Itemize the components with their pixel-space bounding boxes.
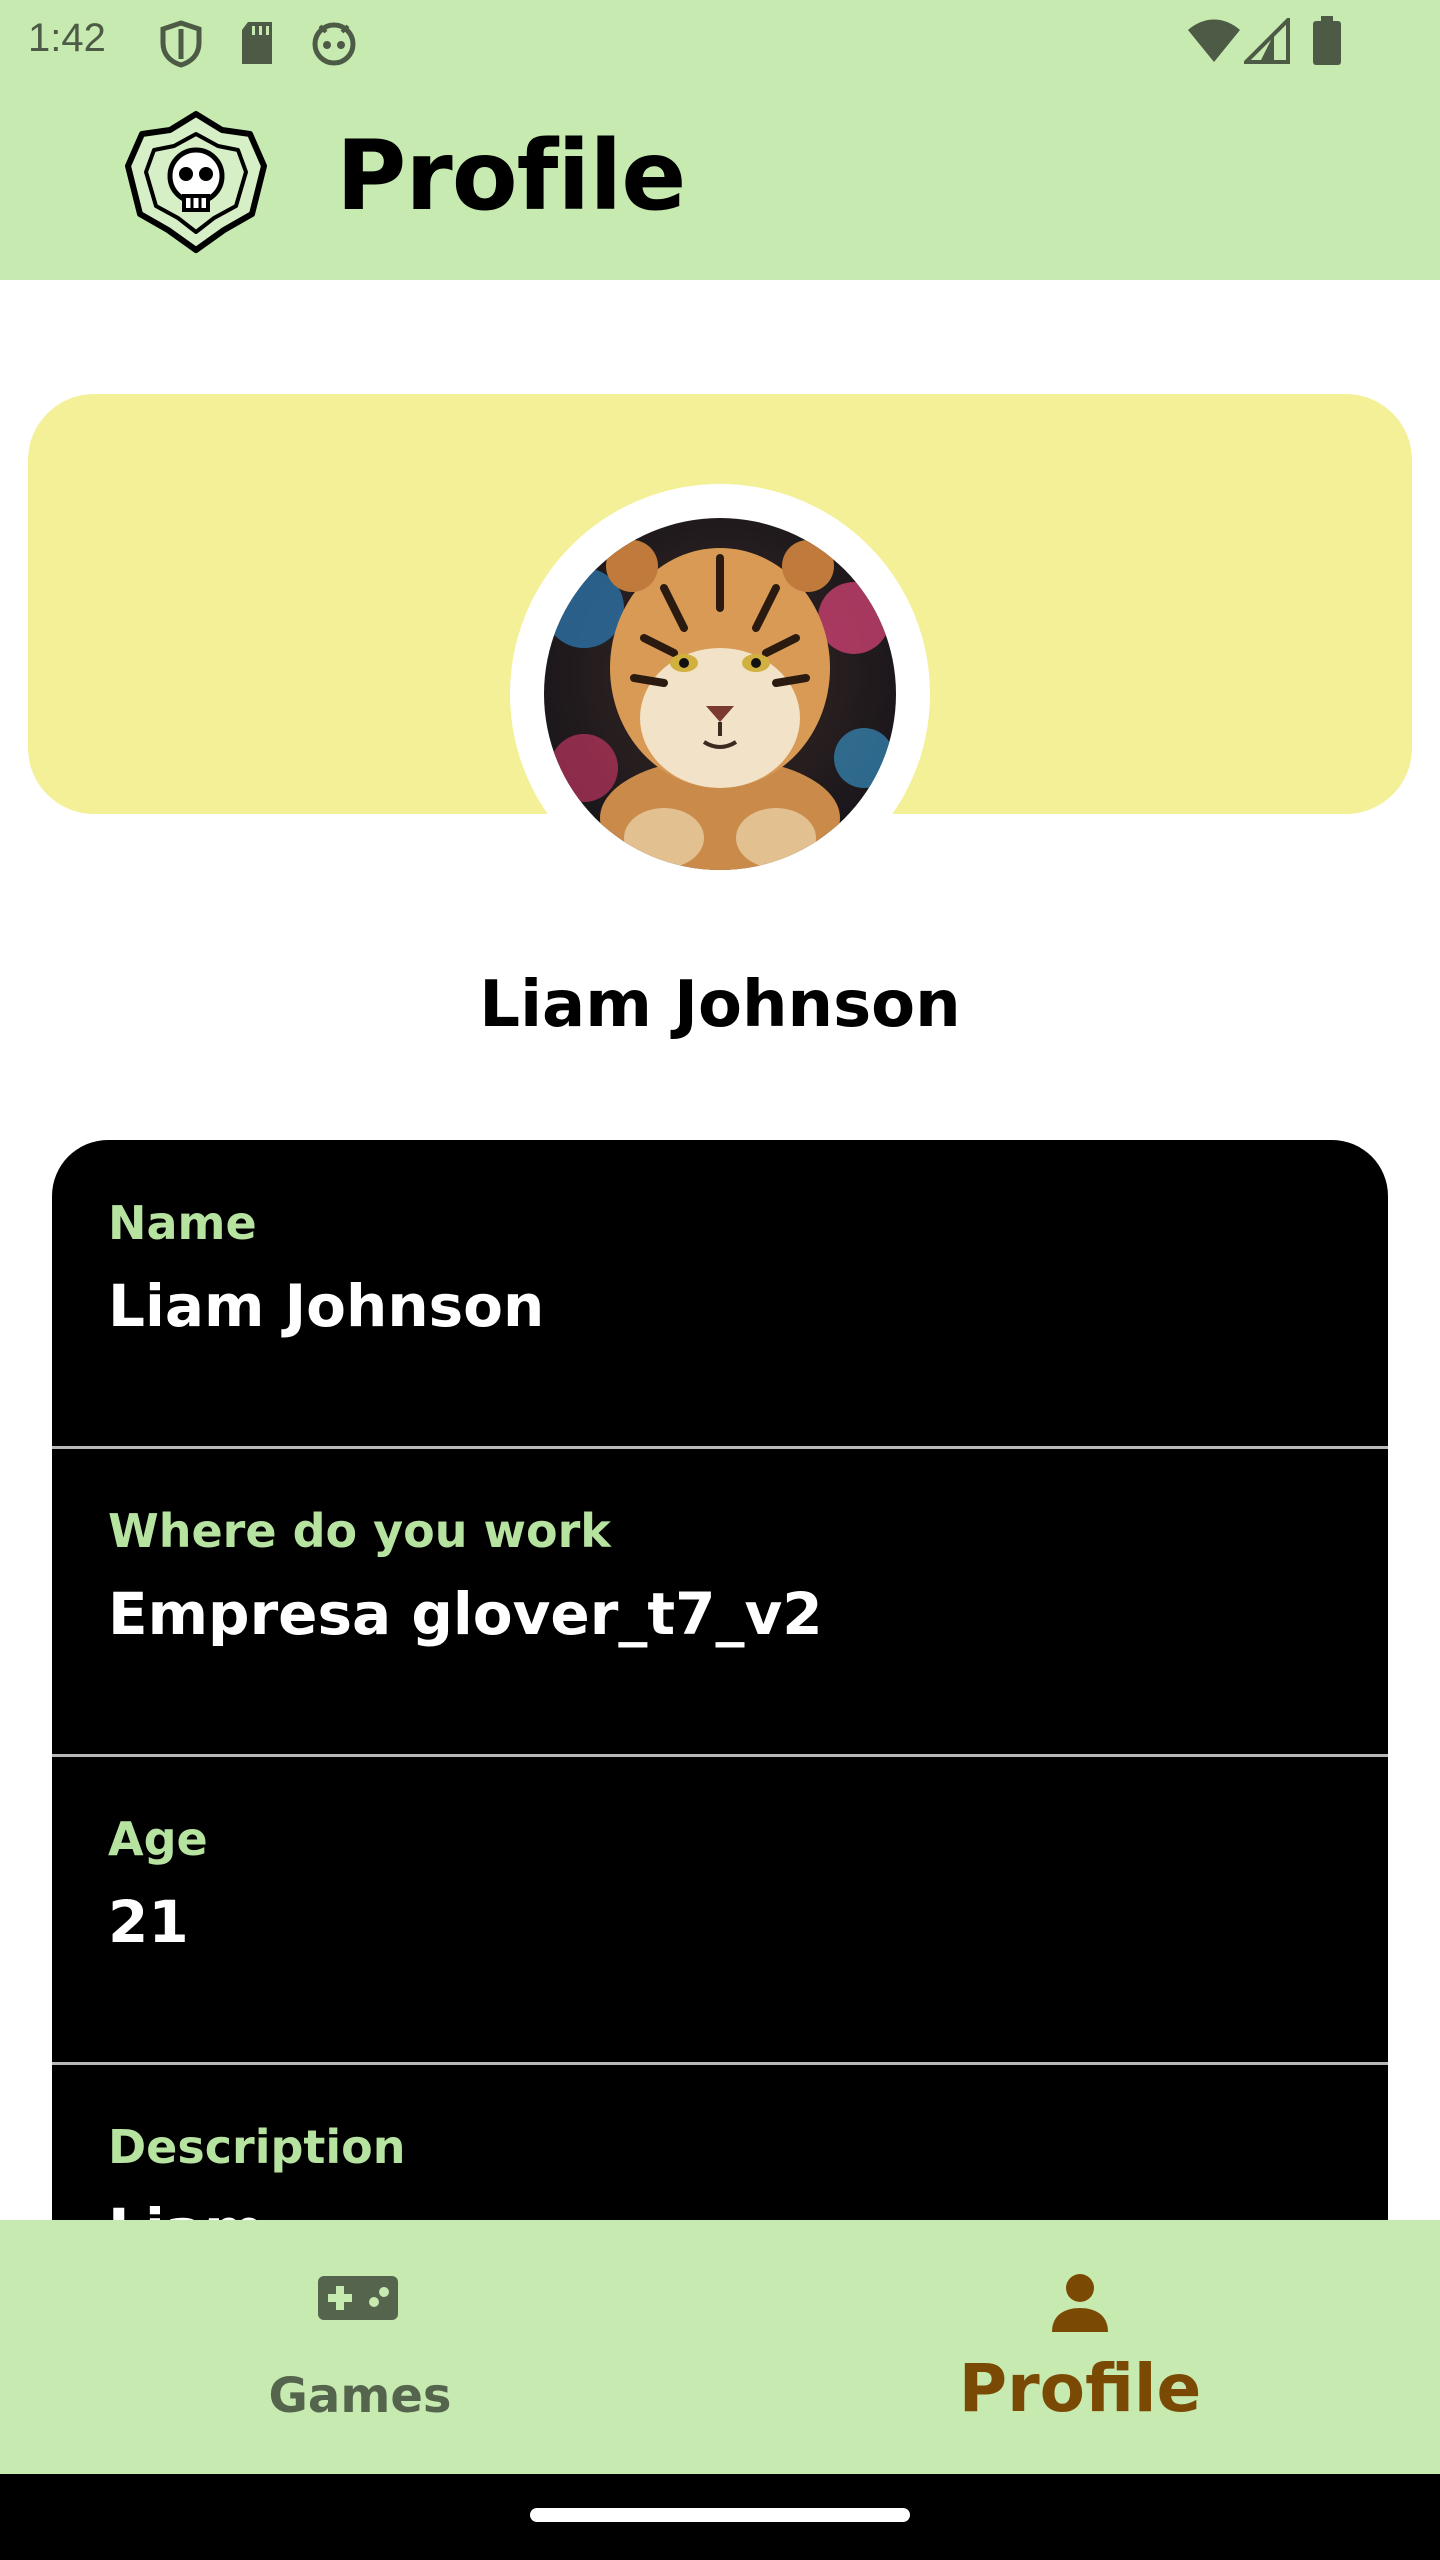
info-label: Name [108, 1196, 257, 1250]
bottom-navigation: Games Profile [0, 2220, 1440, 2474]
tiger-avatar [544, 518, 896, 870]
profile-display-name: Liam Johnson [479, 968, 961, 1042]
nav-label-games: Games [268, 2368, 452, 2424]
info-value: Empresa glover_t7_v2 [108, 1580, 823, 1648]
nav-label-profile: Profile [958, 2350, 1202, 2427]
android-face-icon [312, 22, 356, 66]
wifi-icon [1188, 19, 1240, 62]
info-value: 21 [108, 1888, 189, 1956]
gesture-navigation-bar [0, 2474, 1440, 2560]
sd-card-icon [242, 22, 272, 64]
skull-badge-logo [125, 111, 267, 253]
app-bar: Profile [0, 84, 1440, 280]
info-label: Age [108, 1812, 208, 1866]
status-bar: 1:42 [0, 0, 1440, 84]
home-gesture-handle[interactable] [530, 2508, 910, 2522]
nav-item-games[interactable]: Games [0, 2220, 720, 2474]
page-title: Profile [336, 120, 686, 232]
status-time: 1:42 [28, 16, 106, 60]
nav-item-profile[interactable]: Profile [720, 2220, 1440, 2474]
info-label: Where do you work [108, 1504, 611, 1558]
info-value: Liam Johnson [108, 1272, 545, 1340]
person-icon [1052, 2274, 1108, 2332]
info-row-name[interactable]: Name Liam Johnson [52, 1140, 1388, 1449]
profile-info-card: Name Liam Johnson Where do you work Empr… [52, 1140, 1388, 2260]
shield-icon [160, 20, 202, 68]
gamepad-icon [318, 2276, 398, 2320]
cellular-signal-icon [1244, 18, 1290, 64]
info-row-age[interactable]: Age 21 [52, 1756, 1388, 2065]
info-row-work[interactable]: Where do you work Empresa glover_t7_v2 [52, 1448, 1388, 1757]
battery-icon [1313, 16, 1341, 65]
info-label: Description [108, 2120, 406, 2174]
avatar[interactable] [544, 518, 896, 870]
